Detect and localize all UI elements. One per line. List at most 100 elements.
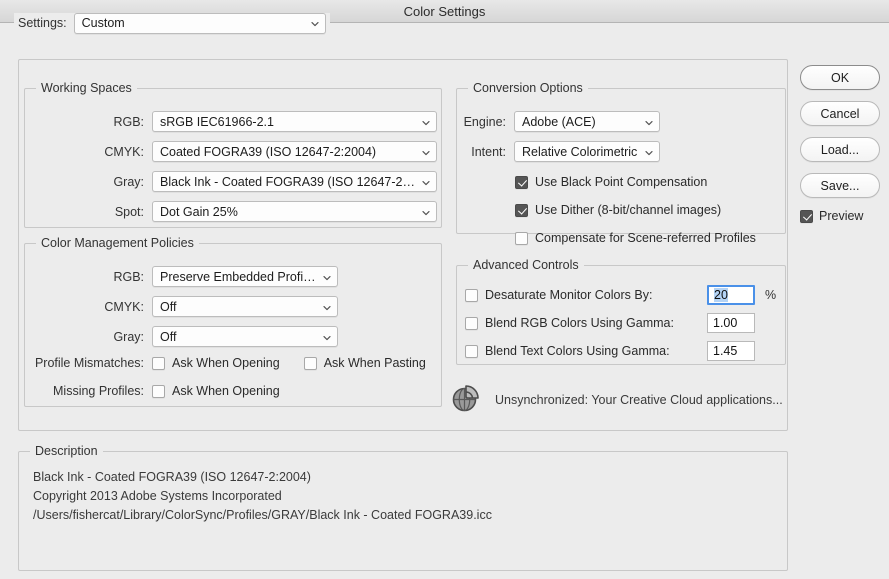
conversion-options-group: Conversion Options Engine: Adobe (ACE) I… <box>456 81 786 245</box>
working-spaces-spot-select[interactable]: Dot Gain 25% <box>152 201 437 222</box>
conversion-engine-value: Adobe (ACE) <box>522 114 596 129</box>
desaturate-percent-label: % <box>765 288 777 302</box>
cancel-button[interactable]: Cancel <box>800 101 880 126</box>
checkbox[interactable] <box>515 203 528 217</box>
blend-rgb-gamma-checkbox-row[interactable]: Blend RGB Colors Using Gamma: <box>465 316 674 330</box>
working-spaces-row-spot: Spot: Dot Gain 25% <box>25 201 441 222</box>
blend-rgb-gamma-row: Blend RGB Colors Using Gamma: 1.00 <box>465 313 793 333</box>
checkbox-label: Compensate for Scene-referred Profiles <box>535 231 756 245</box>
checkbox[interactable] <box>152 384 165 398</box>
policies-row-cmyk: CMYK: Off <box>25 296 441 317</box>
checkbox[interactable] <box>465 316 478 330</box>
checkbox-label: Ask When Opening <box>172 384 280 398</box>
description-line-1: Black Ink - Coated FOGRA39 (ISO 12647-2:… <box>33 470 311 484</box>
checkbox-label: Blend RGB Colors Using Gamma: <box>485 316 674 330</box>
checkbox[interactable] <box>303 356 317 370</box>
desaturate-monitor-colors-checkbox-row[interactable]: Desaturate Monitor Colors By: <box>465 288 652 302</box>
working-spaces-group: Working Spaces RGB: sRGB IEC61966-2.1 CM… <box>24 81 442 228</box>
chevron-down-icon <box>310 19 319 28</box>
working-spaces-cmyk-select[interactable]: Coated FOGRA39 (ISO 12647-2:2004) <box>152 141 437 162</box>
working-spaces-spot-label: Spot: <box>114 204 144 219</box>
policies-row-gray: Gray: Off <box>25 326 441 347</box>
preview-checkbox-row[interactable]: Preview <box>800 209 880 223</box>
blend-text-gamma-value: 1.45 <box>713 344 738 358</box>
use-dither-checkbox-row[interactable]: Use Dither (8-bit/channel images) <box>515 203 721 217</box>
settings-row: Settings: Custom <box>14 12 330 34</box>
missing-profiles-row: Missing Profiles: Ask When Opening <box>25 384 441 398</box>
checkbox[interactable] <box>515 231 528 245</box>
policies-cmyk-value: Off <box>160 299 177 314</box>
compensate-scene-referred-checkbox-row[interactable]: Compensate for Scene-referred Profiles <box>515 231 756 245</box>
use-black-point-compensation-checkbox-row[interactable]: Use Black Point Compensation <box>515 175 707 189</box>
chevron-down-icon <box>421 148 430 157</box>
sync-status-row: Unsynchronized: Your Creative Cloud appl… <box>449 381 783 418</box>
blend-text-gamma-checkbox-row[interactable]: Blend Text Colors Using Gamma: <box>465 344 670 358</box>
chevron-down-icon <box>644 118 653 127</box>
checkbox[interactable] <box>465 344 478 358</box>
conversion-intent-row: Intent: Relative Colorimetric <box>457 141 785 162</box>
checkbox-label: Ask When Opening <box>172 356 280 370</box>
load-button[interactable]: Load... <box>800 137 880 162</box>
working-spaces-row-gray: Gray: Black Ink - Coated FOGRA39 (ISO 12… <box>25 171 441 192</box>
checkbox[interactable] <box>515 175 528 189</box>
blend-text-gamma-row: Blend Text Colors Using Gamma: 1.45 <box>465 341 793 361</box>
profile-mismatches-ask-pasting[interactable]: Ask When Pasting <box>303 356 426 370</box>
checkbox-label: Blend Text Colors Using Gamma: <box>485 344 670 358</box>
conversion-intent-select[interactable]: Relative Colorimetric <box>514 141 660 162</box>
conversion-options-legend: Conversion Options <box>468 81 588 95</box>
conversion-engine-row: Engine: Adobe (ACE) <box>457 111 785 132</box>
policies-gray-select[interactable]: Off <box>152 326 338 347</box>
checkbox[interactable] <box>152 356 165 370</box>
checkbox-label: Preview <box>819 209 864 223</box>
conversion-engine-select[interactable]: Adobe (ACE) <box>514 111 660 132</box>
chevron-down-icon <box>421 118 430 127</box>
blend-text-gamma-input[interactable]: 1.45 <box>707 341 755 361</box>
working-spaces-cmyk-label: CMYK: <box>104 144 144 159</box>
profile-mismatches-row: Profile Mismatches: Ask When Opening Ask… <box>25 356 441 370</box>
description-line-3: /Users/fishercat/Library/ColorSync/Profi… <box>33 508 492 522</box>
policies-gray-label: Gray: <box>113 329 144 344</box>
working-spaces-spot-value: Dot Gain 25% <box>160 204 238 219</box>
conversion-engine-label: Engine: <box>463 114 506 129</box>
settings-label: Settings: <box>18 16 67 30</box>
policies-gray-value: Off <box>160 329 177 344</box>
window-title: Color Settings <box>403 3 486 19</box>
save-button[interactable]: Save... <box>800 173 880 198</box>
working-spaces-cmyk-value: Coated FOGRA39 (ISO 12647-2:2004) <box>160 144 377 159</box>
policies-rgb-label: RGB: <box>113 269 144 284</box>
desaturate-amount-input[interactable]: 20 <box>707 285 755 305</box>
description-group: Description Black Ink - Coated FOGRA39 (… <box>18 444 788 571</box>
chevron-down-icon <box>322 333 331 342</box>
desaturate-amount-value: 20 <box>714 288 728 302</box>
conversion-intent-label: Intent: <box>471 144 506 159</box>
working-spaces-rgb-value: sRGB IEC61966-2.1 <box>160 114 274 129</box>
settings-select[interactable]: Custom <box>73 12 326 34</box>
policies-rgb-value: Preserve Embedded Profiles <box>160 269 317 284</box>
advanced-controls-legend: Advanced Controls <box>468 258 584 272</box>
missing-profiles-label: Missing Profiles: <box>53 384 144 398</box>
chevron-down-icon <box>421 208 430 217</box>
dialog-button-column: OK Cancel Load... Save... Preview <box>800 65 880 223</box>
chevron-down-icon <box>644 148 653 157</box>
description-text: Black Ink - Coated FOGRA39 (ISO 12647-2:… <box>19 468 787 525</box>
working-spaces-legend: Working Spaces <box>36 81 137 95</box>
profile-mismatches-ask-opening[interactable]: Ask When Opening <box>152 356 280 370</box>
profile-mismatches-label: Profile Mismatches: <box>34 356 144 370</box>
checkbox[interactable] <box>800 209 813 223</box>
ok-button[interactable]: OK <box>800 65 880 90</box>
description-legend: Description <box>30 444 103 458</box>
policies-cmyk-select[interactable]: Off <box>152 296 338 317</box>
blend-rgb-gamma-input[interactable]: 1.00 <box>707 313 755 333</box>
policies-rgb-select[interactable]: Preserve Embedded Profiles <box>152 266 338 287</box>
color-management-policies-group: Color Management Policies RGB: Preserve … <box>24 236 442 407</box>
desaturate-monitor-colors-row: Desaturate Monitor Colors By: 20 % <box>465 285 793 305</box>
checkbox-label: Use Black Point Compensation <box>535 175 708 189</box>
working-spaces-gray-select[interactable]: Black Ink - Coated FOGRA39 (ISO 12647-2:… <box>152 171 437 192</box>
missing-profiles-ask-opening[interactable]: Ask When Opening <box>152 384 280 398</box>
policies-row-rgb: RGB: Preserve Embedded Profiles <box>25 266 441 287</box>
working-spaces-rgb-select[interactable]: sRGB IEC61966-2.1 <box>152 111 437 132</box>
cloud-sync-globe-icon <box>449 381 483 418</box>
checkbox[interactable] <box>465 288 478 302</box>
working-spaces-gray-value: Black Ink - Coated FOGRA39 (ISO 12647-2:… <box>160 174 416 189</box>
policies-cmyk-label: CMYK: <box>104 299 144 314</box>
